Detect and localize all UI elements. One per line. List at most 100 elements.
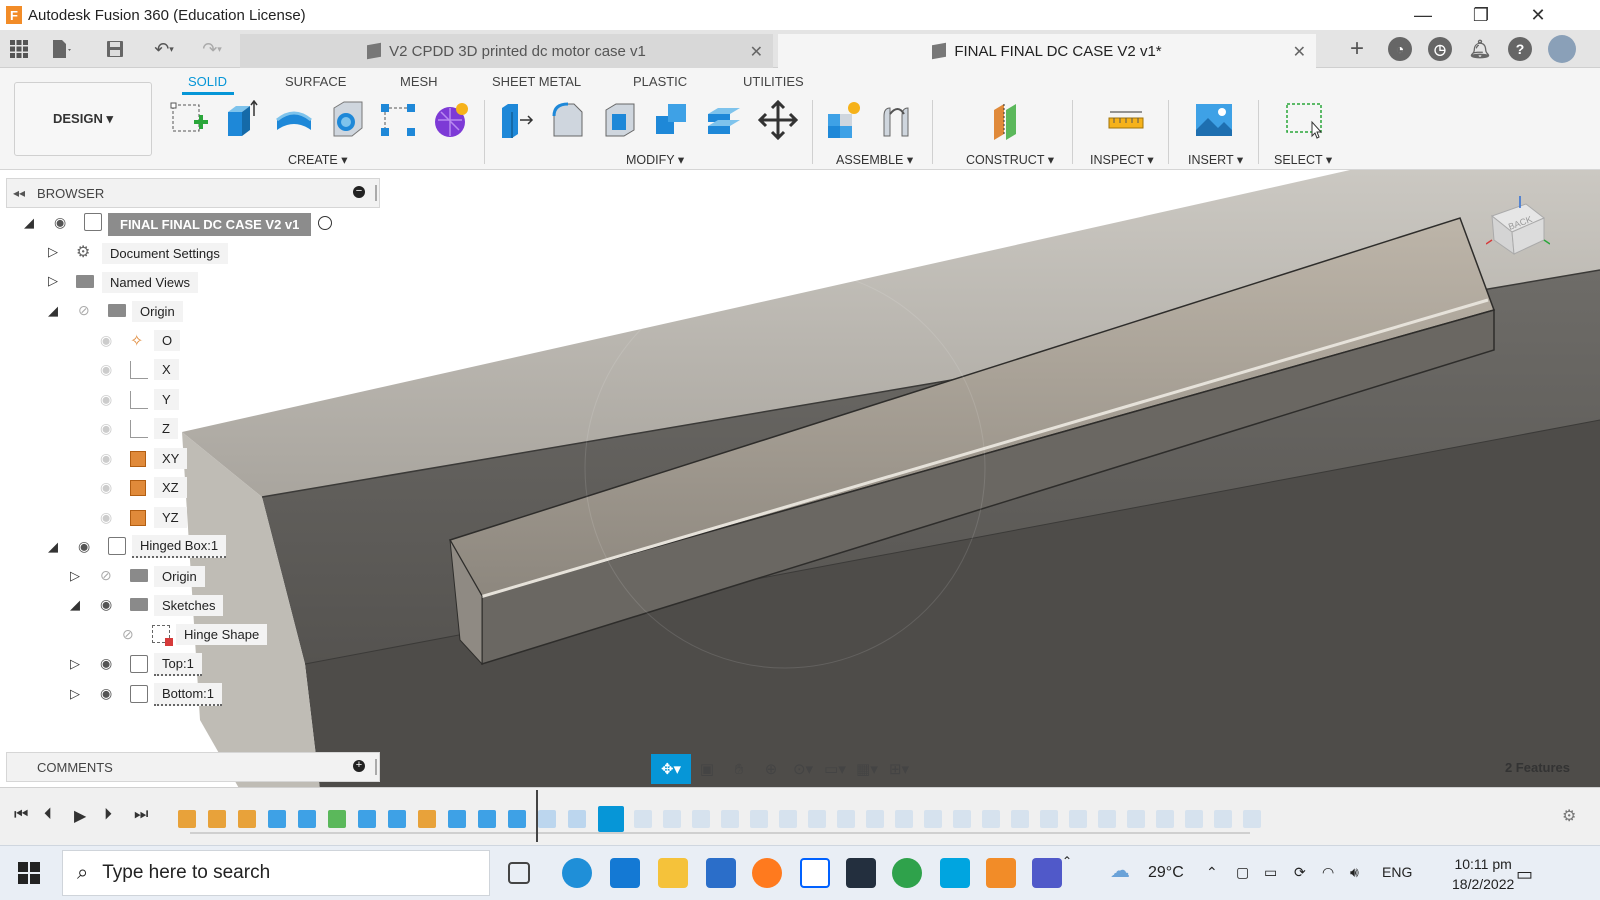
microsoft-store-icon[interactable] [706,858,736,888]
tab-utilities[interactable]: UTILITIES [743,74,804,89]
help-icon[interactable]: ? [1508,37,1532,61]
assemble-group-label[interactable]: ASSEMBLE ▾ [836,152,913,167]
model-render[interactable] [0,170,1600,787]
weather-temp[interactable]: 29°C [1148,864,1184,882]
tree-item-z[interactable]: Z [154,415,178,441]
timeline-suppressed-feature-icon[interactable] [1185,810,1203,828]
timeline-feature-icon[interactable] [208,810,226,828]
viewports-icon[interactable]: ⊞▾ [883,754,915,784]
tab-inactive-document[interactable]: V2 CPDD 3D printed dc motor case v1 ✕ [240,34,773,68]
timeline-feature-icon[interactable] [388,810,406,828]
timeline-feature-icon[interactable] [328,810,346,828]
tree-item-origin[interactable]: Origin [132,298,183,324]
press-pull-icon[interactable] [496,100,536,140]
expand-arrow-icon[interactable]: ▷ [70,686,80,702]
create-sketch-icon[interactable] [170,100,210,140]
tab-active-document[interactable]: FINAL FINAL DC CASE V2 v1* ✕ [778,34,1316,68]
teams-icon[interactable] [1032,858,1062,888]
tree-item-yz[interactable]: YZ [154,504,187,530]
revolve-icon[interactable] [274,100,314,140]
tree-item-hinge-shape[interactable]: Hinge Shape [176,621,268,647]
look-at-icon[interactable]: ▣ [691,754,723,784]
notifications-icon[interactable]: ▭ [1516,864,1533,885]
timeline-suppressed-feature-icon[interactable] [779,810,797,828]
panel-grip[interactable] [375,759,377,775]
expand-arrow-icon[interactable]: ▷ [70,568,80,584]
visibility-eye-icon[interactable]: ◉ [100,596,112,613]
edge-browser-icon[interactable] [562,858,592,888]
activate-radio-icon[interactable] [318,216,332,230]
overflow-chevron-icon[interactable]: ⌃ [1062,854,1072,868]
select-group-label[interactable]: SELECT ▾ [1274,152,1332,167]
volume-icon[interactable]: 🔊︎ [1350,864,1359,881]
tree-item-x[interactable]: X [154,356,179,382]
timeline-marker[interactable] [536,790,538,842]
hidden-eye-icon[interactable]: ◉ [100,479,112,496]
hidden-eye-icon[interactable]: ⊘ [122,626,134,643]
add-comment-icon[interactable]: + [353,760,365,772]
offset-face-icon[interactable] [704,100,744,140]
new-tab-plus-icon[interactable]: + [1346,35,1368,62]
save-icon[interactable] [104,38,126,60]
design-workspace-dropdown[interactable]: DESIGN ▾ [14,82,152,156]
combine-icon[interactable] [652,100,692,140]
hidden-eye-icon[interactable]: ◉ [100,361,112,378]
windows-start-icon[interactable] [18,862,40,884]
3d-canvas[interactable]: BACK [0,170,1600,787]
tab-sheet-metal[interactable]: SHEET METAL [492,74,581,89]
expand-arrow-icon[interactable]: ▷ [48,273,58,289]
step-forward-icon[interactable]: ⏵ [104,806,112,824]
hidden-eye-icon[interactable]: ◉ [100,420,112,437]
construct-group-label[interactable]: CONSTRUCT ▾ [966,152,1054,167]
timeline-suppressed-feature-icon[interactable] [1011,810,1029,828]
hidden-eye-icon[interactable]: ◉ [100,332,112,349]
go-to-start-icon[interactable]: ⏮ [14,806,28,824]
tab-surface[interactable]: SURFACE [285,74,346,89]
insert-group-label[interactable]: INSERT ▾ [1188,152,1243,167]
close-window-button[interactable]: ✕ [1510,0,1566,30]
tree-item-xy[interactable]: XY [154,445,188,471]
timeline-suppressed-feature-icon[interactable] [663,810,681,828]
offset-plane-icon[interactable] [990,100,1030,140]
timeline-feature-icon[interactable] [538,810,556,828]
zoom-window-icon[interactable]: ⊙▾ [787,754,819,784]
taskbar-search-box[interactable]: ⌕ Type here to search [62,850,490,896]
browser-minimize-icon[interactable]: − [353,186,365,198]
timeline-suppressed-feature-icon[interactable] [1040,810,1058,828]
timeline-suppressed-feature-icon[interactable] [692,810,710,828]
modify-group-label[interactable]: MODIFY ▾ [626,152,684,167]
close-tab-icon[interactable]: ✕ [750,42,763,62]
tree-item-document-settings[interactable]: Document Settings [102,240,228,266]
create-group-label[interactable]: CREATE ▾ [288,152,348,167]
new-component-icon[interactable] [824,100,864,140]
timeline-suppressed-feature-icon[interactable] [721,810,739,828]
tree-item-o[interactable]: O [154,327,181,353]
hidden-eye-icon[interactable]: ⊘ [100,567,112,584]
timeline-suppressed-feature-icon[interactable] [1127,810,1145,828]
user-avatar[interactable] [1548,35,1576,63]
file-menu-icon[interactable] [50,38,72,60]
grid-settings-icon[interactable]: ▦▾ [851,754,883,784]
c-app-icon[interactable] [940,858,970,888]
visibility-eye-icon[interactable]: ◉ [78,538,90,555]
form-icon[interactable] [430,100,470,140]
timeline-feature-icon[interactable] [178,810,196,828]
meet-now-icon[interactable]: ▢ [1236,864,1249,881]
go-to-end-icon[interactable]: ⏭ [134,806,148,824]
hidden-eye-icon[interactable]: ◉ [100,391,112,408]
timeline-feature-icon[interactable] [298,810,316,828]
collapse-browser-icon[interactable]: ◂◂ [13,186,25,200]
tree-item-sketches[interactable]: Sketches [154,592,224,618]
tree-item-named-views[interactable]: Named Views [102,269,198,295]
timeline-suppressed-feature-icon[interactable] [634,810,652,828]
pan-hand-icon[interactable]: ✋︎ [723,754,755,784]
minimize-button[interactable]: — [1395,0,1451,30]
orbit-icon[interactable]: ✥▾ [651,754,691,784]
expand-arrow-icon[interactable]: ▷ [70,656,80,672]
data-panel-grid-icon[interactable] [8,38,30,60]
dropbox-icon[interactable] [800,858,830,888]
measure-icon[interactable] [1106,100,1146,140]
timeline-feature-icon[interactable] [418,810,436,828]
extrude-icon[interactable] [222,100,262,140]
fusion-360-icon[interactable] [986,858,1016,888]
